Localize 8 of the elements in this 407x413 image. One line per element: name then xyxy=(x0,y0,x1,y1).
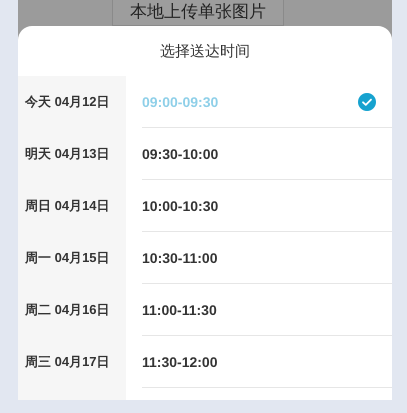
time-slot[interactable]: 10:00-10:30 xyxy=(142,180,392,232)
sheet-title: 选择送达时间 xyxy=(159,42,251,62)
time-slot[interactable]: 11:00-11:30 xyxy=(142,284,392,336)
time-slot[interactable]: 10:30-11:00 xyxy=(142,232,392,284)
upload-image-button[interactable]: 本地上传单张图片 xyxy=(112,0,284,26)
check-icon xyxy=(358,92,376,110)
time-slot[interactable]: 09:30-10:00 xyxy=(142,128,392,180)
time-slot[interactable]: 11:30-12:00 xyxy=(142,336,392,388)
